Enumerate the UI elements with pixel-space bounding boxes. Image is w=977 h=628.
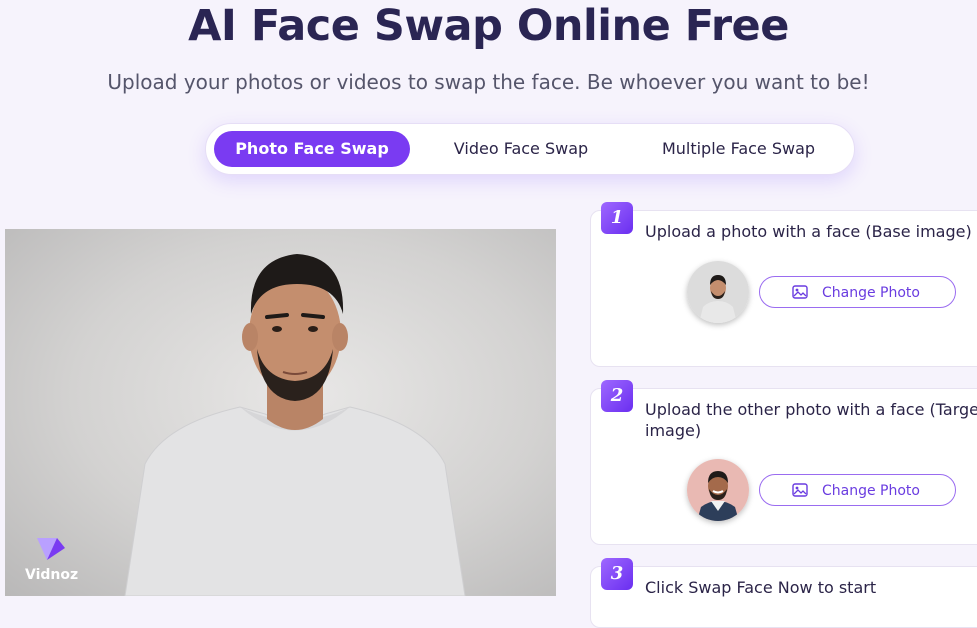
step-3-card: 3 Click Swap Face Now to start: [590, 558, 977, 628]
image-icon: [792, 285, 808, 299]
step-2-text: Upload the other photo with a face (Targ…: [645, 400, 977, 440]
portrait-illustration: [124, 254, 466, 596]
page-subtitle: Upload your photos or videos to swap the…: [107, 70, 870, 94]
step-2-card: 2 Upload the other photo with a face (Ta…: [590, 380, 977, 545]
step-1-card: 1 Upload a photo with a face (Base image…: [590, 202, 977, 367]
step-3-badge: 3: [601, 558, 633, 590]
base-photo-thumbnail[interactable]: [687, 261, 749, 323]
tab-video-face-swap[interactable]: Video Face Swap: [436, 131, 606, 167]
change-target-photo-button[interactable]: Change Photo: [759, 474, 956, 506]
change-base-photo-button[interactable]: Change Photo: [759, 276, 956, 308]
tab-multiple-face-swap[interactable]: Multiple Face Swap: [646, 131, 831, 167]
target-photo-thumbnail[interactable]: [687, 459, 749, 521]
step-3-text: Click Swap Face Now to start: [645, 578, 877, 597]
tab-photo-face-swap[interactable]: Photo Face Swap: [214, 131, 410, 167]
vidnoz-logo-icon: [37, 538, 65, 560]
image-icon: [792, 483, 808, 497]
mode-tabs: Photo Face Swap Video Face Swap Multiple…: [205, 123, 855, 175]
step-2-badge: 2: [601, 380, 633, 412]
step-1-text: Upload a photo with a face (Base image): [645, 222, 972, 241]
result-preview-image: Vidnoz: [5, 229, 556, 596]
step-1-badge: 1: [601, 202, 633, 234]
vidnoz-watermark: Vidnoz: [25, 536, 78, 584]
page-title: AI Face Swap Online Free: [188, 1, 789, 51]
